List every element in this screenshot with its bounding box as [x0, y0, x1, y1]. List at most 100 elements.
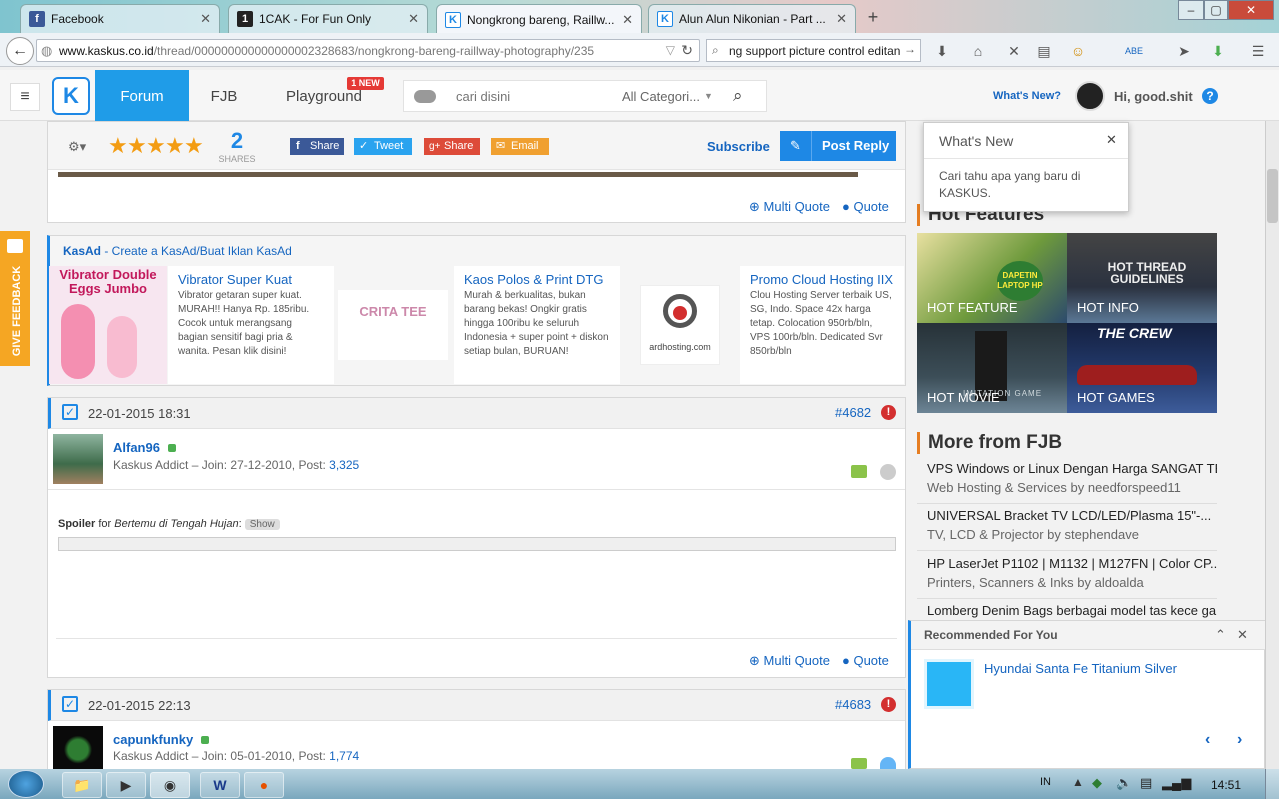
search-icon[interactable]: ⌕	[733, 86, 743, 106]
star-icon[interactable]: ★	[127, 133, 147, 159]
ad-3[interactable]: Promo Cloud Hosting IIX Clou Hosting Ser…	[740, 266, 904, 384]
post-reply-button[interactable]: ✎ Post Reply	[780, 131, 896, 161]
media-player-icon[interactable]: ▶	[106, 772, 146, 798]
reload-icon[interactable]: ↻	[681, 42, 693, 59]
ad-2[interactable]: Kaos Polos & Print DTG Murah & berkualit…	[454, 266, 620, 384]
cendol-icon[interactable]	[851, 758, 867, 769]
tab-facebook[interactable]: f Facebook ✕	[20, 4, 220, 33]
hot-movie-tile[interactable]: IMITATION GAME HOT MOVIE	[917, 323, 1067, 413]
nav-fjb[interactable]: FJB	[200, 70, 248, 121]
multi-quote-link[interactable]: ⊕ Multi Quote	[749, 653, 830, 669]
recommended-link[interactable]: Hyundai Santa Fe Titanium Silver	[984, 661, 1177, 676]
gear-icon[interactable]: ⚙▾	[68, 139, 86, 155]
app-icon[interactable]: ●	[244, 772, 284, 798]
ad-1[interactable]: Vibrator Super Kuat Vibrator getaran sup…	[168, 266, 334, 384]
category-select[interactable]: All Categori...	[622, 89, 700, 104]
star-icon[interactable]: ★	[184, 133, 204, 159]
fjb-item[interactable]: HP LaserJet P1102 | M1132 | M127FN | Col…	[917, 556, 1217, 599]
signal-icon[interactable]: ▂▄▆	[1162, 775, 1191, 791]
fjb-item-title[interactable]: UNIVERSAL Bracket TV LCD/LED/Plasma 15"-…	[917, 508, 1217, 523]
ad-title[interactable]: Vibrator Super Kuat	[168, 266, 334, 287]
ad-image-2[interactable]: CRITA TEE	[338, 290, 448, 360]
quote-link[interactable]: ● Quote	[842, 199, 889, 214]
abe-icon[interactable]: ABE	[1124, 41, 1144, 61]
menu-icon[interactable]: ☰	[1248, 41, 1268, 61]
ad-title[interactable]: Kaos Polos & Print DTG	[454, 266, 620, 287]
user-greeting[interactable]: Hi, good.shit	[1114, 89, 1193, 104]
dropdown-icon[interactable]: ▽	[666, 43, 675, 57]
browser-search-input[interactable]: ⌕ ng support picture control editan →	[706, 39, 921, 62]
fjb-item[interactable]: Lomberg Denim Bags berbagai model tas ke…	[917, 603, 1217, 621]
recommended-thumbnail[interactable]	[924, 659, 974, 709]
close-icon[interactable]: ✕	[1237, 627, 1248, 643]
report-icon[interactable]: !	[881, 697, 896, 712]
fjb-item[interactable]: VPS Windows or Linux Dengan Harga SANGAT…	[917, 461, 1217, 504]
username-link[interactable]: Alfan96	[113, 440, 176, 455]
close-icon[interactable]: ✕	[622, 12, 633, 28]
multi-quote-link[interactable]: ⊕ Multi Quote	[749, 199, 830, 215]
post-count[interactable]: 1,774	[329, 749, 359, 763]
quote-link[interactable]: ● Quote	[842, 653, 889, 668]
tools-icon[interactable]: ✕	[1004, 41, 1024, 61]
share-gplus-button[interactable]: g+ Share	[424, 138, 480, 155]
hamburger-menu-button[interactable]: ≡	[10, 83, 40, 111]
green-arrow-icon[interactable]: ⬇	[1208, 41, 1228, 61]
hot-feature-tile[interactable]: DAPETIN LAPTOP HP HOT FEATURE	[917, 233, 1067, 323]
tray-app-icon[interactable]: ◆	[1092, 775, 1102, 791]
kaskus-logo[interactable]: K	[52, 77, 90, 115]
give-feedback-tab[interactable]: GIVE FEEDBACK	[0, 231, 30, 366]
post-count[interactable]: 3,325	[329, 458, 359, 472]
fjb-item-title[interactable]: HP LaserJet P1102 | M1132 | M127FN | Col…	[917, 556, 1217, 571]
star-icon[interactable]: ★	[165, 133, 185, 159]
fjb-item-title[interactable]: VPS Windows or Linux Dengan Harga SANGAT…	[917, 461, 1217, 476]
hot-info-tile[interactable]: HOT THREAD GUIDELINES HOT INFO	[1067, 233, 1217, 323]
start-button[interactable]	[8, 770, 44, 798]
search-input[interactable]	[456, 88, 616, 104]
hot-games-tile[interactable]: THE CREW HOT GAMES	[1067, 323, 1217, 413]
addon-icon[interactable]: ☺	[1068, 41, 1088, 61]
prev-icon[interactable]: ‹	[1205, 731, 1210, 749]
close-icon[interactable]: ✕	[836, 11, 847, 27]
home-icon[interactable]: ⌂	[968, 41, 988, 61]
ad-title[interactable]: Promo Cloud Hosting IIX	[740, 266, 904, 287]
fjb-item-title[interactable]: Lomberg Denim Bags berbagai model tas ke…	[917, 603, 1217, 618]
next-icon[interactable]: ›	[1237, 731, 1242, 749]
post-number[interactable]: #4683	[835, 697, 871, 712]
collapse-icon[interactable]: ⌃	[1215, 627, 1226, 643]
arrow-right-icon[interactable]: →	[904, 42, 916, 56]
fjb-item[interactable]: UNIVERSAL Bracket TV LCD/LED/Plasma 15"-…	[917, 508, 1217, 551]
star-icon[interactable]: ★	[146, 133, 166, 159]
firefox-icon[interactable]: ◉	[150, 772, 190, 798]
network-icon[interactable]: ▤	[1140, 775, 1152, 791]
new-tab-button[interactable]: +	[862, 6, 884, 28]
close-icon[interactable]: ✕	[1106, 132, 1117, 148]
close-window-button[interactable]: ✕	[1228, 0, 1274, 20]
url-bar[interactable]: ◍ www.kaskus.co.id/thread/00000000000000…	[36, 39, 700, 62]
username-link[interactable]: capunkfunky	[113, 732, 209, 747]
bookmark-icon[interactable]: ▤	[1034, 41, 1054, 61]
send-icon[interactable]: ➤	[1174, 41, 1194, 61]
volume-icon[interactable]: 🔈	[1116, 775, 1132, 791]
star-icon[interactable]: ★	[108, 133, 128, 159]
avatar[interactable]	[1075, 81, 1105, 111]
minimize-button[interactable]: –	[1178, 0, 1204, 20]
create-kasad-link[interactable]: - Create a KasAd/Buat Iklan KasAd	[101, 244, 291, 258]
share-email-button[interactable]: ✉ Email	[491, 138, 549, 155]
ad-image-1[interactable]: Vibrator Double Eggs Jumbo	[49, 266, 167, 384]
bata-icon[interactable]	[880, 464, 896, 480]
word-icon[interactable]: W	[200, 772, 240, 798]
language-indicator[interactable]: IN	[1040, 776, 1051, 788]
site-search[interactable]: All Categori... ▼ ⌕	[403, 80, 767, 112]
tab-1cak[interactable]: 1 1CAK - For Fun Only ✕	[228, 4, 428, 33]
avatar[interactable]	[53, 726, 103, 769]
whats-new-link[interactable]: What's New?	[993, 90, 1061, 102]
back-button[interactable]: ←	[6, 37, 34, 65]
tab-kaskus-active[interactable]: K Nongkrong bareng, Raillw... ✕	[436, 4, 642, 34]
spoiler-show-button[interactable]: Show	[244, 519, 280, 530]
share-facebook-button[interactable]: f Share	[290, 138, 344, 155]
download-icon[interactable]: ⬇	[932, 41, 952, 61]
cendol-icon[interactable]	[851, 465, 867, 478]
share-twitter-button[interactable]: ✓ Tweet	[354, 138, 412, 155]
explorer-icon[interactable]: 📁	[62, 772, 102, 798]
post-checkbox[interactable]: ✓	[62, 696, 78, 712]
